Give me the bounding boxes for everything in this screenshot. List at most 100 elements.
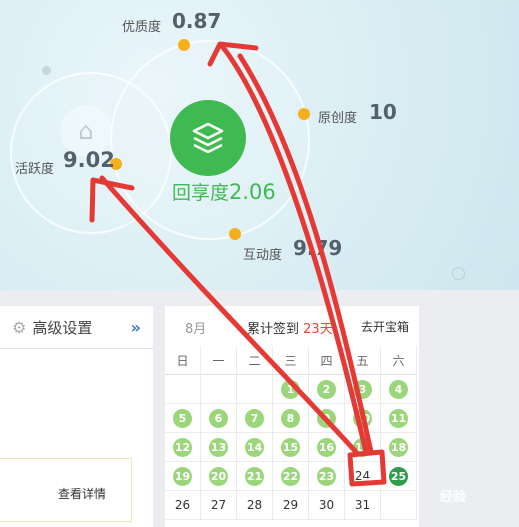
calendar-day[interactable]: 30 <box>309 491 345 520</box>
signed-day-badge: 5 <box>173 408 192 428</box>
advanced-settings-panel: ⚙ 高级设置 » 查看详情 <box>0 306 153 527</box>
small-ring-icon <box>452 267 465 280</box>
day-number: 30 <box>318 498 335 512</box>
calendar-day <box>237 375 273 404</box>
calendar-day[interactable]: 14 <box>237 433 273 462</box>
calendar-day[interactable]: 20 <box>201 462 237 491</box>
signed-day-badge: 3 <box>353 379 372 399</box>
weekday-header: 一 <box>201 346 237 375</box>
calendar-day[interactable]: 17 <box>345 433 381 462</box>
signed-day-badge: 13 <box>209 437 228 457</box>
calendar-day[interactable]: 15 <box>273 433 309 462</box>
signed-day-badge: 10 <box>353 408 372 428</box>
signed-day-badge: 14 <box>245 437 264 457</box>
signed-day-badge: 19 <box>173 466 192 486</box>
calendar-day[interactable]: 26 <box>165 491 201 520</box>
calendar-day[interactable]: 18 <box>381 433 417 462</box>
weekday-header: 三 <box>273 346 309 375</box>
sign-in-calendar: 8月 累计签到 23天 去开宝箱 日一二三四五六 1 2 3 4 5 6 7 8 9 10 11 12 1… <box>165 306 419 527</box>
day-number: 27 <box>210 498 227 512</box>
signed-day-badge: 23 <box>317 466 336 486</box>
layers-icon-badge <box>170 100 246 176</box>
calendar-day[interactable]: 3 <box>345 375 381 404</box>
calendar-day[interactable]: 5 <box>165 404 201 433</box>
advanced-settings-header[interactable]: ⚙ 高级设置 » <box>0 306 153 349</box>
calendar-day[interactable]: 10 <box>345 404 381 433</box>
calendar-day[interactable]: 11 <box>381 404 417 433</box>
originality-label: 原创度 <box>318 111 358 126</box>
weekday-header: 日 <box>165 346 201 375</box>
view-details-link[interactable]: 查看详情 <box>58 485 106 502</box>
calendar-day[interactable]: 27 <box>201 491 237 520</box>
calendar-day <box>381 491 417 520</box>
activity-label: 活跃度 <box>15 162 55 177</box>
signed-day-badge: 7 <box>245 408 264 428</box>
signed-day-badge: 12 <box>173 437 192 457</box>
gear-icon: ⚙ <box>12 317 27 337</box>
day-number: 28 <box>246 498 263 512</box>
open-treasure-box-link[interactable]: 去开宝箱 <box>361 318 409 335</box>
signed-day-badge: 16 <box>317 437 336 457</box>
quality-label: 优质度 <box>122 20 162 35</box>
score-panel: ⌂ 优质度 0.87 原创度 10 活跃度 9.02 互动度 9.79 回享度2… <box>0 0 519 290</box>
calendar-day[interactable]: 6 <box>201 404 237 433</box>
signed-day-badge: 15 <box>281 437 300 457</box>
interaction-label: 互动度 <box>243 248 283 263</box>
today-signed-badge: 25 <box>389 466 408 486</box>
calendar-day <box>201 375 237 404</box>
calendar-day[interactable]: 29 <box>273 491 309 520</box>
calendar-day[interactable]: 2 <box>309 375 345 404</box>
center-metric: 回享度2.06 <box>172 178 276 205</box>
calendar-day[interactable]: 9 <box>309 404 345 433</box>
calendar-day[interactable]: 19 <box>165 462 201 491</box>
originality-value: 10 <box>369 100 397 124</box>
watermark-text: Bai <box>360 475 387 493</box>
weekday-header: 五 <box>345 346 381 375</box>
signed-day-badge: 18 <box>389 437 408 457</box>
weekday-header: 二 <box>237 346 273 375</box>
calendar-day[interactable]: 16 <box>309 433 345 462</box>
calendar-day[interactable]: 7 <box>237 404 273 433</box>
center-metric-value: 2.06 <box>229 180 276 204</box>
interaction-dot <box>229 228 241 240</box>
signed-day-badge: 4 <box>389 379 408 399</box>
calendar-day <box>165 375 201 404</box>
calendar-day[interactable]: 23 <box>309 462 345 491</box>
calendar-month: 8月 <box>185 322 207 337</box>
sign-in-days: 23天 <box>303 322 333 337</box>
weekday-header: 四 <box>309 346 345 375</box>
signed-day-badge: 11 <box>389 408 408 428</box>
weekday-header: 六 <box>381 346 417 375</box>
sign-in-count: 累计签到 23天 <box>247 318 333 337</box>
calendar-day[interactable]: 8 <box>273 404 309 433</box>
calendar-day[interactable]: 28 <box>237 491 273 520</box>
signed-day-badge: 20 <box>209 466 228 486</box>
layers-icon <box>192 122 224 154</box>
advanced-settings-title: 高级设置 <box>32 318 93 337</box>
calendar-day[interactable]: 13 <box>201 433 237 462</box>
signed-day-badge: 21 <box>245 466 264 486</box>
signed-day-badge: 6 <box>209 408 228 428</box>
calendar-day[interactable]: 1 <box>273 375 309 404</box>
sign-in-prefix: 累计签到 <box>247 322 300 337</box>
day-number: 31 <box>354 498 371 512</box>
calendar-day[interactable]: 31 <box>345 491 381 520</box>
watermark-suffix: 经验 <box>440 490 467 505</box>
calendar-header: 8月 累计签到 23天 去开宝箱 <box>165 306 419 346</box>
center-metric-label: 回享度 <box>172 182 230 204</box>
signed-day-badge: 22 <box>281 466 300 486</box>
signed-day-badge: 1 <box>281 379 300 399</box>
detail-box: 查看详情 <box>0 458 132 522</box>
chevron-right-icon[interactable]: » <box>131 318 141 337</box>
calendar-day[interactable]: 4 <box>381 375 417 404</box>
interaction-value: 9.79 <box>293 236 343 260</box>
signed-day-badge: 2 <box>317 379 336 399</box>
signed-day-badge: 9 <box>317 408 336 428</box>
originality-dot <box>298 108 310 120</box>
signed-day-badge: 17 <box>353 437 372 457</box>
calendar-day[interactable]: 12 <box>165 433 201 462</box>
calendar-day[interactable]: 21 <box>237 462 273 491</box>
activity-value: 9.02 <box>63 148 115 172</box>
calendar-day[interactable]: 22 <box>273 462 309 491</box>
signed-day-badge: 8 <box>281 408 300 428</box>
